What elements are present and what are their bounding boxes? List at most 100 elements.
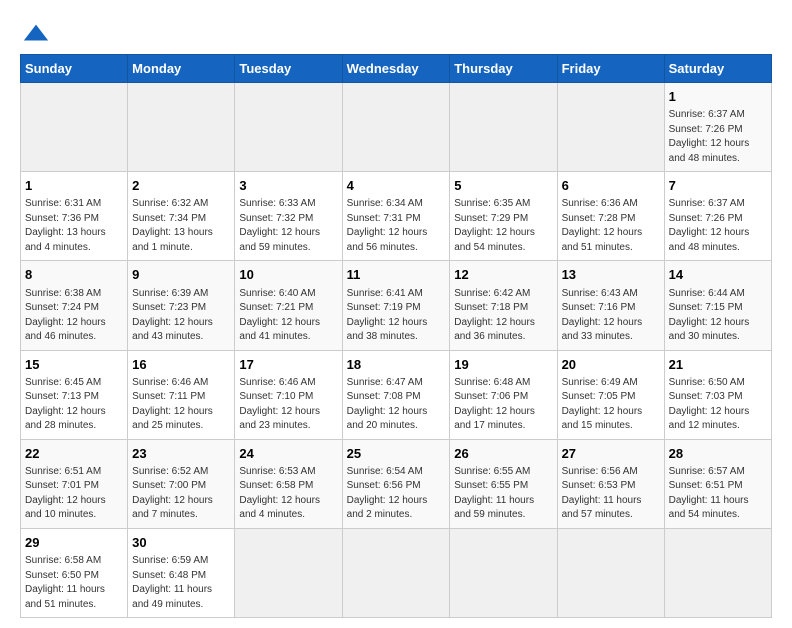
sunset: Sunset: 6:56 PM: [347, 480, 421, 491]
daylight: Daylight: 12 hours and 46 minutes.: [25, 317, 106, 343]
daylight: Daylight: 11 hours and 54 minutes.: [669, 495, 749, 521]
calendar-cell: [235, 528, 342, 617]
day-number: 4: [347, 177, 446, 195]
calendar-cell: 19 Sunrise: 6:48 AMSunset: 7:06 PMDayligh…: [450, 350, 557, 439]
day-number: 17: [239, 356, 337, 374]
day-info: Sunrise: 6:48 AMSunset: 7:06 PMDaylight:…: [454, 376, 552, 434]
sunrise: Sunrise: 6:53 AM: [239, 466, 315, 477]
calendar-cell: 26Sunrise: 6:55 AMSunset: 6:55 PMDayligh…: [450, 439, 557, 528]
calendar-week-4: 22Sunrise: 6:51 AMSunset: 7:01 PMDayligh…: [21, 439, 772, 528]
sunrise: Sunrise: 6:32 AM: [132, 198, 208, 209]
sunset: Sunset: 7:32 PM: [239, 213, 313, 224]
calendar-cell: [342, 83, 450, 172]
sunset: Sunset: 7:26 PM: [669, 124, 743, 135]
day-number: 27: [562, 445, 660, 463]
day-number: 6: [562, 177, 660, 195]
daylight: Daylight: 12 hours and 41 minutes.: [239, 317, 320, 343]
day-number: 29: [25, 534, 123, 552]
day-info: Sunrise: 6:35 AMSunset: 7:29 PMDaylight:…: [454, 197, 552, 255]
calendar-week-0: 1Sunrise: 6:37 AMSunset: 7:26 PMDaylight…: [21, 83, 772, 172]
calendar-cell: [557, 83, 664, 172]
sunrise: Sunrise: 6:49 AM: [562, 377, 638, 388]
day-info: Sunrise: 6:56 AMSunset: 6:53 PMDaylight:…: [562, 465, 660, 523]
calendar-header: SundayMondayTuesdayWednesdayThursdayFrid…: [21, 55, 772, 83]
day-info: Sunrise: 6:54 AMSunset: 6:56 PMDaylight:…: [347, 465, 446, 523]
calendar: SundayMondayTuesdayWednesdayThursdayFrid…: [20, 54, 772, 618]
day-info: Sunrise: 6:49 AMSunset: 7:05 PMDaylight:…: [562, 376, 660, 434]
sunset: Sunset: 7:21 PM: [239, 302, 313, 313]
sunrise: Sunrise: 6:35 AM: [454, 198, 530, 209]
sunset: Sunset: 7:05 PM: [562, 391, 636, 402]
calendar-week-1: 1Sunrise: 6:31 AMSunset: 7:36 PMDaylight…: [21, 172, 772, 261]
day-info: Sunrise: 6:50 AMSunset: 7:03 PMDaylight:…: [669, 376, 767, 434]
day-number: 25: [347, 445, 446, 463]
header-day-friday: Friday: [557, 55, 664, 83]
day-number: 14: [669, 266, 767, 284]
daylight: Daylight: 12 hours and 36 minutes.: [454, 317, 535, 343]
sunset: Sunset: 6:48 PM: [132, 570, 206, 581]
sunrise: Sunrise: 6:38 AM: [25, 288, 101, 299]
calendar-cell: 15Sunrise: 6:45 AMSunset: 7:13 PMDayligh…: [21, 350, 128, 439]
header-row: SundayMondayTuesdayWednesdayThursdayFrid…: [21, 55, 772, 83]
sunrise: Sunrise: 6:59 AM: [132, 555, 208, 566]
sunrise: Sunrise: 6:52 AM: [132, 466, 208, 477]
calendar-cell: 22Sunrise: 6:51 AMSunset: 7:01 PMDayligh…: [21, 439, 128, 528]
sunset: Sunset: 6:50 PM: [25, 570, 99, 581]
day-info: Sunrise: 6:52 AMSunset: 7:00 PMDaylight:…: [132, 465, 230, 523]
header-day-tuesday: Tuesday: [235, 55, 342, 83]
daylight: Daylight: 12 hours and 33 minutes.: [562, 317, 643, 343]
daylight: Daylight: 12 hours and 30 minutes.: [669, 317, 750, 343]
calendar-cell: 18Sunrise: 6:47 AMSunset: 7:08 PMDayligh…: [342, 350, 450, 439]
day-info: Sunrise: 6:45 AMSunset: 7:13 PMDaylight:…: [25, 376, 123, 434]
day-info: Sunrise: 6:39 AMSunset: 7:23 PMDaylight:…: [132, 287, 230, 345]
daylight: Daylight: 12 hours and 10 minutes.: [25, 495, 106, 521]
day-number: 24: [239, 445, 337, 463]
day-info: Sunrise: 6:31 AMSunset: 7:36 PMDaylight:…: [25, 197, 123, 255]
day-info: Sunrise: 6:37 AMSunset: 7:26 PMDaylight:…: [669, 108, 767, 166]
sunset: Sunset: 7:19 PM: [347, 302, 421, 313]
sunset: Sunset: 7:28 PM: [562, 213, 636, 224]
calendar-cell: 8Sunrise: 6:38 AMSunset: 7:24 PMDaylight…: [21, 261, 128, 350]
day-number: 16: [132, 356, 230, 374]
day-number: 19: [454, 356, 552, 374]
sunset: Sunset: 7:24 PM: [25, 302, 99, 313]
calendar-cell: 4Sunrise: 6:34 AMSunset: 7:31 PMDaylight…: [342, 172, 450, 261]
calendar-cell: 20Sunrise: 6:49 AMSunset: 7:05 PMDayligh…: [557, 350, 664, 439]
calendar-cell: [235, 83, 342, 172]
calendar-cell: 24Sunrise: 6:53 AMSunset: 6:58 PMDayligh…: [235, 439, 342, 528]
daylight: Daylight: 12 hours and 25 minutes.: [132, 406, 213, 432]
header-day-monday: Monday: [128, 55, 235, 83]
day-info: Sunrise: 6:36 AMSunset: 7:28 PMDaylight:…: [562, 197, 660, 255]
daylight: Daylight: 12 hours and 43 minutes.: [132, 317, 213, 343]
day-info: Sunrise: 6:42 AMSunset: 7:18 PMDaylight:…: [454, 287, 552, 345]
sunrise: Sunrise: 6:56 AM: [562, 466, 638, 477]
sunrise: Sunrise: 6:46 AM: [239, 377, 315, 388]
calendar-cell: 5Sunrise: 6:35 AMSunset: 7:29 PMDaylight…: [450, 172, 557, 261]
sunrise: Sunrise: 6:55 AM: [454, 466, 530, 477]
day-info: Sunrise: 6:38 AM Sunset: 7:24 PM Daylight:…: [25, 287, 123, 345]
daylight: Daylight: 13 hours and 4 minutes.: [25, 227, 106, 253]
daylight: Daylight: 12 hours and 4 minutes.: [239, 495, 320, 521]
sunset: Sunset: 6:55 PM: [454, 480, 528, 491]
calendar-cell: 23Sunrise: 6:52 AMSunset: 7:00 PMDayligh…: [128, 439, 235, 528]
day-info: Sunrise: 6:57 AMSunset: 6:51 PMDaylight:…: [669, 465, 767, 523]
sunrise: Sunrise: 6:31 AM: [25, 198, 101, 209]
day-number: 3: [239, 177, 337, 195]
day-number: 21: [669, 356, 767, 374]
calendar-cell: [557, 528, 664, 617]
calendar-cell: 3 Sunrise: 6:33 AMSunset: 7:32 PMDaylight…: [235, 172, 342, 261]
sunrise: Sunrise: 6:57 AM: [669, 466, 745, 477]
daylight: Daylight: 13 hours and 1 minute.: [132, 227, 213, 253]
day-info: Sunrise: 6:33 AMSunset: 7:32 PMDaylight:…: [239, 197, 337, 255]
daylight: Daylight: 11 hours and 57 minutes.: [562, 495, 642, 521]
sunrise: Sunrise: 6:50 AM: [669, 377, 745, 388]
calendar-cell: 25 Sunrise: 6:54 AMSunset: 6:56 PMDayligh…: [342, 439, 450, 528]
calendar-cell: [450, 83, 557, 172]
day-number: 20: [562, 356, 660, 374]
logo: [20, 20, 50, 44]
calendar-cell: 13Sunrise: 6:43 AMSunset: 7:16 PMDayligh…: [557, 261, 664, 350]
day-number: 13: [562, 266, 660, 284]
calendar-cell: 1Sunrise: 6:37 AMSunset: 7:26 PMDaylight…: [664, 83, 771, 172]
sunset: Sunset: 7:08 PM: [347, 391, 421, 402]
sunrise: Sunrise: 6:46 AM: [132, 377, 208, 388]
